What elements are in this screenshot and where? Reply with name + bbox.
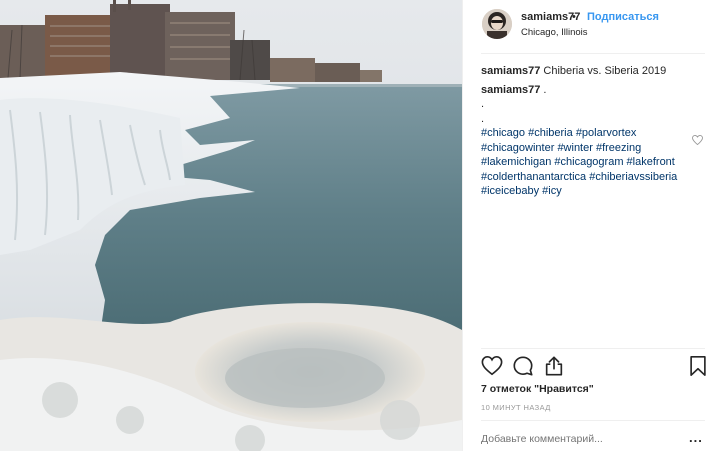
hashtag-link[interactable]: #freezing bbox=[596, 142, 641, 154]
avatar[interactable] bbox=[482, 9, 512, 39]
hashtag-row: #chicago #chiberia #polarvortex bbox=[481, 126, 686, 141]
comment-username[interactable]: samiams77 bbox=[481, 84, 540, 96]
caption-block: samiams77 Chiberia vs. Siberia 2019 sami… bbox=[481, 64, 686, 199]
comment-dot-3: . bbox=[481, 112, 485, 125]
caption-username[interactable]: samiams77 bbox=[481, 65, 540, 77]
action-bar bbox=[481, 355, 707, 379]
hashtag-link[interactable]: #iceicebaby bbox=[481, 185, 539, 197]
separator-dot: • bbox=[572, 11, 576, 23]
small-heart-icon[interactable] bbox=[692, 132, 703, 150]
hashtag-list: #chicago #chiberia #polarvortex #chicago… bbox=[481, 126, 686, 199]
comment-divider bbox=[481, 420, 705, 421]
location-link[interactable]: Chicago, Illinois bbox=[521, 27, 588, 38]
actions-divider bbox=[481, 348, 705, 349]
hashtag-row: #colderthanantarctica #chiberiavssiberia bbox=[481, 170, 686, 185]
comment-dot-1: . bbox=[543, 83, 547, 96]
post-sidebar: samiams77 • Подписаться Chicago, Illinoi… bbox=[462, 0, 713, 451]
hashtag-link[interactable]: #winter bbox=[557, 142, 592, 154]
hashtag-row: #lakemichigan #chicagogram #lakefront bbox=[481, 155, 686, 170]
comment-dot-2: . bbox=[481, 98, 485, 110]
frozen-lakefront-image bbox=[0, 0, 462, 451]
comment-line: samiams77 . bbox=[481, 83, 686, 98]
caption-text: Chiberia vs. Siberia 2019 bbox=[543, 65, 667, 77]
comment-input[interactable] bbox=[481, 433, 681, 445]
share-icon[interactable] bbox=[543, 355, 565, 377]
hashtag-link[interactable]: #chicago bbox=[481, 127, 525, 139]
likes-count[interactable]: 7 отметок "Нравится" bbox=[481, 383, 594, 395]
follow-button[interactable]: Подписаться bbox=[587, 11, 659, 23]
comment-icon[interactable] bbox=[512, 355, 534, 377]
post-timestamp: 10 МИНУТ НАЗАД bbox=[481, 403, 551, 412]
heart-icon[interactable] bbox=[481, 355, 503, 377]
hashtag-link[interactable]: #chicagowinter bbox=[481, 142, 554, 154]
hashtag-link[interactable]: #colderthanantarctica bbox=[481, 171, 586, 183]
bookmark-icon[interactable] bbox=[687, 355, 709, 377]
header-divider bbox=[481, 53, 705, 54]
caption-line: samiams77 Chiberia vs. Siberia 2019 bbox=[481, 64, 686, 79]
post-photo[interactable] bbox=[0, 0, 462, 451]
post-header: samiams77 • Подписаться Chicago, Illinoi… bbox=[463, 0, 713, 54]
hashtag-link[interactable]: #polarvortex bbox=[576, 127, 637, 139]
avatar-image bbox=[482, 9, 512, 39]
hashtag-link[interactable]: #chicagogram bbox=[554, 156, 623, 168]
hashtag-link[interactable]: #lakefront bbox=[627, 156, 675, 168]
hashtag-row: #iceicebaby #icy bbox=[481, 184, 686, 199]
more-options-button[interactable]: ... bbox=[689, 430, 703, 445]
hashtag-link[interactable]: #lakemichigan bbox=[481, 156, 551, 168]
hashtag-row: #chicagowinter #winter #freezing bbox=[481, 141, 686, 156]
hashtag-link[interactable]: #icy bbox=[542, 185, 562, 197]
hashtag-link[interactable]: #chiberiavssiberia bbox=[589, 171, 677, 183]
hashtag-link[interactable]: #chiberia bbox=[528, 127, 573, 139]
